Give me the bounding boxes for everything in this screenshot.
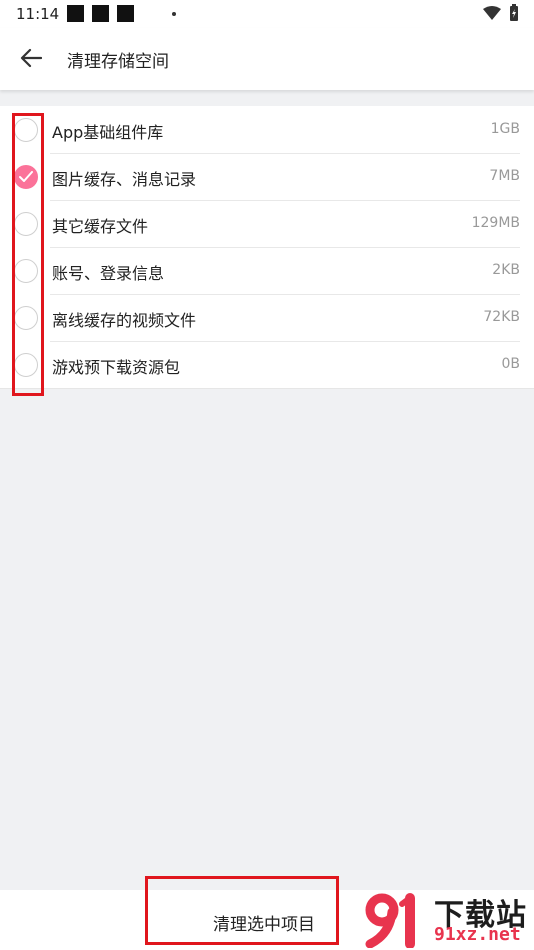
storage-item-size: 72KB bbox=[483, 309, 520, 325]
watermark-domain: 91xz.net bbox=[434, 924, 521, 945]
storage-item-row[interactable]: 离线缓存的视频文件 72KB bbox=[0, 294, 534, 341]
storage-item-row[interactable]: App基础组件库 1GB bbox=[0, 106, 534, 153]
battery-icon bbox=[510, 4, 518, 21]
storage-item-size: 2KB bbox=[492, 262, 520, 278]
storage-item-row[interactable]: 其它缓存文件 129MB bbox=[0, 200, 534, 247]
watermark-mark-icon bbox=[365, 893, 415, 948]
watermark-logo: 下载站 91xz.net bbox=[358, 888, 534, 950]
app-bar: 清理存储空间 bbox=[0, 28, 534, 90]
storage-item-label: 图片缓存、消息记录 bbox=[52, 170, 197, 189]
storage-item-size: 129MB bbox=[471, 215, 520, 231]
storage-item-label: 游戏预下载资源包 bbox=[52, 358, 181, 377]
storage-item-label: App基础组件库 bbox=[52, 123, 164, 142]
notification-icon bbox=[67, 5, 84, 22]
storage-item-row[interactable]: 游戏预下载资源包 0B bbox=[0, 341, 534, 388]
more-notifications-icon bbox=[172, 12, 176, 16]
storage-item-label: 其它缓存文件 bbox=[52, 217, 149, 236]
storage-item-size: 0B bbox=[501, 356, 520, 372]
status-time: 11:14 bbox=[16, 5, 60, 23]
notification-icon bbox=[117, 5, 134, 22]
storage-item-label: 账号、登录信息 bbox=[52, 264, 165, 283]
page-title: 清理存储空间 bbox=[67, 52, 169, 72]
storage-item-label: 离线缓存的视频文件 bbox=[52, 311, 197, 330]
storage-item-list: App基础组件库 1GB 图片缓存、消息记录 7MB 其它缓存文件 129MB 账号、登录信… bbox=[0, 106, 534, 389]
storage-item-row[interactable]: 账号、登录信息 2KB bbox=[0, 247, 534, 294]
storage-item-row[interactable]: 图片缓存、消息记录 7MB bbox=[0, 153, 534, 200]
annotation-highlight-checkboxes bbox=[12, 113, 44, 396]
annotation-highlight-clean-button bbox=[145, 876, 339, 945]
wifi-icon bbox=[483, 6, 501, 20]
status-bar: 11:14 bbox=[0, 0, 534, 28]
arrow-left-icon[interactable] bbox=[20, 48, 42, 68]
storage-item-size: 1GB bbox=[490, 121, 520, 137]
storage-item-size: 7MB bbox=[489, 168, 520, 184]
notification-icon bbox=[92, 5, 109, 22]
